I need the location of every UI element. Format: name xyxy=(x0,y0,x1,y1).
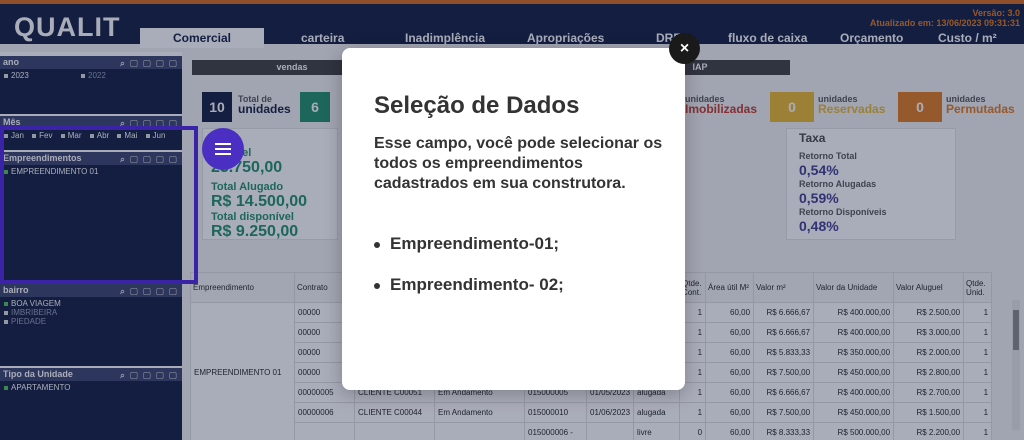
modal-title: Seleção de Dados xyxy=(374,92,580,119)
bullet-icon xyxy=(374,282,380,289)
close-button[interactable]: × xyxy=(669,33,700,64)
highlight-frame xyxy=(0,126,198,284)
hamburger-icon xyxy=(215,143,231,155)
modal-list-item: Empreendimento-01; xyxy=(374,234,664,254)
modal-list: Empreendimento-01; Empreendimento- 02; xyxy=(374,234,664,316)
menu-button[interactable] xyxy=(202,128,244,170)
modal-list-item: Empreendimento- 02; xyxy=(374,275,664,295)
bullet-icon xyxy=(374,241,380,248)
info-modal: Seleção de Dados Esse campo, você pode s… xyxy=(342,48,685,390)
modal-text: Esse campo, você pode selecionar os todo… xyxy=(374,135,663,192)
app-root: QUALIT Versão: 3.0 Atualizado em: 13/06/… xyxy=(0,0,1024,440)
